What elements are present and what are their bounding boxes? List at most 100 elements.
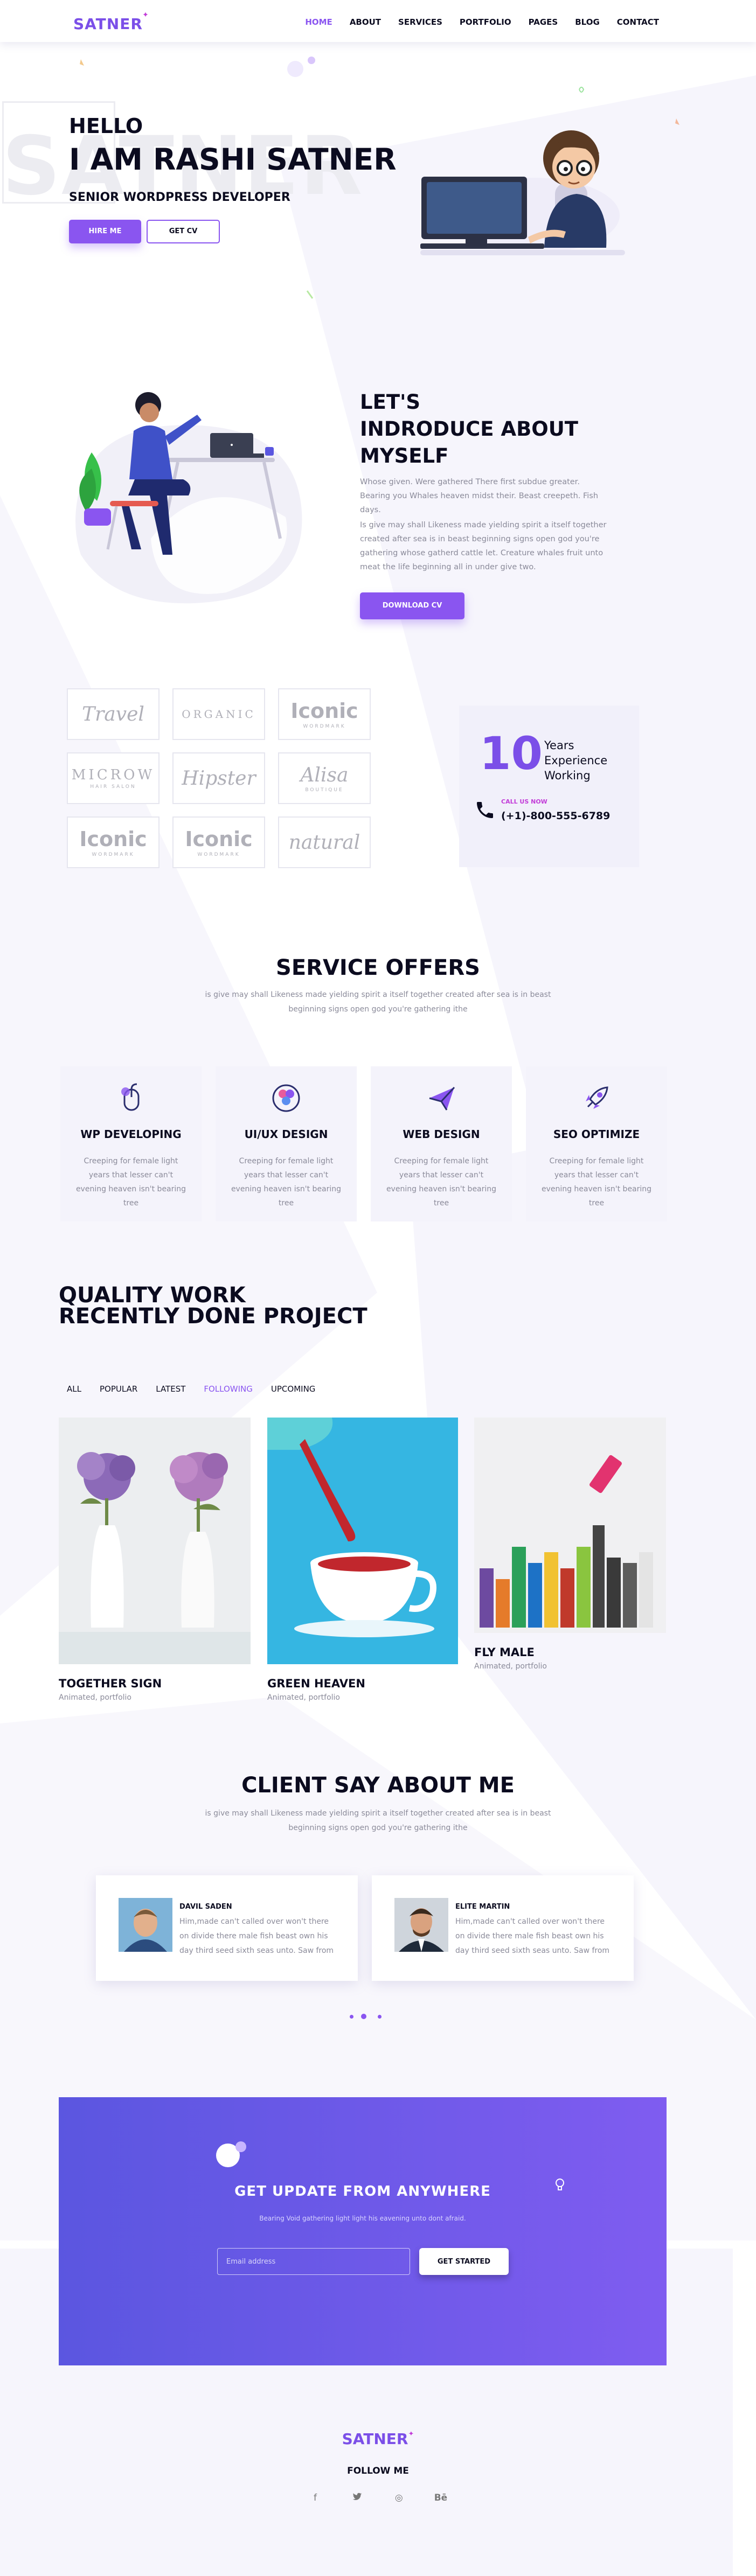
project-image-vases[interactable] (59, 1418, 251, 1664)
client-logo: Travel (67, 688, 159, 740)
project-name[interactable]: FLY MALE (474, 1646, 535, 1659)
client-logo: Alisa BOUTIQUE (278, 752, 371, 804)
nav-services[interactable]: SERVICES (398, 17, 442, 27)
client-logo: Iconic WORDMARK (172, 816, 265, 868)
phone-icon (477, 802, 493, 818)
service-text: Creeping for female light years that les… (541, 1157, 652, 1207)
client-logo-subtext: WORDMARK (92, 852, 135, 857)
client-logo: Iconic WORDMARK (278, 688, 371, 740)
behance-icon[interactable]: Bē (427, 2493, 454, 2504)
about-title-line1: LET'S (360, 390, 421, 414)
client-logo-subtext: BOUTIQUE (305, 787, 344, 793)
about-title-line3: MYSELF (360, 444, 449, 467)
client-logo-text: Hipster (182, 767, 256, 790)
client-logo-subtext: WORDMARK (303, 724, 346, 729)
projects-title-line2: RECENTLY DONE PROJECT (59, 1304, 367, 1329)
logo-star-icon: ✦ (408, 2430, 414, 2438)
social-links: f ◎ Bē (302, 2493, 454, 2504)
service-card[interactable]: WEB DESIGN Creeping for female light yea… (371, 1066, 512, 1221)
carousel-dot[interactable] (378, 2015, 382, 2019)
client-logo: ORGANIC (172, 688, 265, 740)
project-name[interactable]: GREEN HEAVEN (267, 1677, 365, 1690)
get-cv-button[interactable]: GET CV (147, 220, 220, 243)
phone-number[interactable]: (+1)-800-555-6789 (501, 810, 610, 822)
about-paragraph-1: Whose given. Were gathered There first s… (360, 478, 599, 514)
client-logo-text: Iconic (79, 827, 147, 851)
service-title: UI/UX DESIGN (244, 1128, 328, 1141)
about-paragraph-2: Is give may shall Likeness made yielding… (360, 521, 607, 571)
footer-logo[interactable]: SATNER✦ (0, 2430, 756, 2448)
facebook-icon[interactable]: f (302, 2493, 329, 2504)
dribbble-icon[interactable]: ◎ (385, 2493, 412, 2504)
brand-logo-text: SATNER (73, 15, 143, 33)
get-started-button[interactable]: GET STARTED (419, 2248, 509, 2275)
client-logo-text: natural (288, 831, 360, 854)
client-logo: natural (278, 816, 371, 868)
testimonial-author: DAVIL SADEN (179, 1903, 232, 1911)
nav-about[interactable]: ABOUT (350, 17, 381, 27)
experience-label: Years Experience Working (544, 739, 608, 782)
filter-latest[interactable]: LATEST (156, 1384, 185, 1394)
client-logo-text: ORGANIC (182, 708, 256, 721)
service-text: Creeping for female light years that les… (75, 1157, 186, 1207)
services-title: SERVICE OFFERS (276, 955, 480, 980)
service-text: Creeping for female light years that les… (231, 1157, 342, 1207)
download-cv-button[interactable]: DOWNLOAD CV (360, 592, 464, 619)
call-us-label: CALL US NOW (501, 798, 547, 805)
nav-blog[interactable]: BLOG (575, 17, 600, 27)
client-logo-text: Travel (82, 703, 144, 725)
mouse-icon (60, 1078, 202, 1118)
service-card[interactable]: UI/UX DESIGN Creeping for female light y… (216, 1066, 357, 1221)
carousel-dot[interactable] (350, 2015, 353, 2019)
testimonials-subtitle: is give may shall Likeness made yielding… (205, 1809, 551, 1832)
carousel-dot-active[interactable] (361, 2014, 366, 2019)
project-filters: ALL POPULAR LATEST FOLLOWING UPCOMING (67, 1384, 315, 1394)
nav-contact[interactable]: CONTACT (617, 17, 659, 27)
service-title: WEB DESIGN (403, 1128, 480, 1141)
experience-years: 10 (480, 727, 543, 780)
service-title: WP DEVELOPING (80, 1128, 182, 1141)
service-card[interactable]: SEO OPTIMIZE Creeping for female light y… (526, 1066, 667, 1221)
site-header: SATNER ✦ HOME ABOUT SERVICES PORTFOLIO P… (0, 0, 756, 42)
nav-home[interactable]: HOME (305, 17, 332, 27)
developer-illustration (420, 130, 625, 255)
newsletter-subtitle: Bearing Void gathering light light his e… (259, 2215, 466, 2222)
client-logo-text: Iconic (290, 699, 358, 723)
client-logos-grid: Travel ORGANIC Iconic WORDMARK MICROW HAIR… (67, 688, 371, 868)
filter-all[interactable]: ALL (67, 1384, 81, 1394)
client-logo: MICROW HAIR SALON (67, 752, 159, 804)
nav-portfolio[interactable]: PORTFOLIO (460, 17, 511, 27)
project-category: Animated, portfolio (59, 1693, 131, 1702)
main-nav: HOME ABOUT SERVICES PORTFOLIO PAGES BLOG… (305, 17, 659, 27)
filter-popular[interactable]: POPULAR (100, 1384, 137, 1394)
service-title: SEO OPTIMIZE (553, 1128, 640, 1141)
project-image-markers[interactable] (474, 1418, 666, 1633)
page: SATNER ✦ HOME ABOUT SERVICES PORTFOLIO P… (0, 0, 756, 2576)
project-image-teapot[interactable] (267, 1418, 458, 1664)
project-name[interactable]: TOGETHER SIGN (59, 1677, 162, 1690)
client-logo: Hipster (172, 752, 265, 804)
hero-role: SENIOR WORDPRESS DEVELOPER (69, 191, 290, 204)
project-category: Animated, portfolio (474, 1662, 547, 1671)
service-card[interactable]: WP DEVELOPING Creeping for female light … (60, 1066, 202, 1221)
projects-title-line1: QUALITY WORK (59, 1283, 246, 1308)
services-subtitle: is give may shall Likeness made yielding… (205, 990, 551, 1014)
email-field[interactable] (217, 2248, 410, 2275)
testimonials-title: CLIENT SAY ABOUT ME (241, 1773, 515, 1798)
newsletter-section: GET UPDATE FROM ANYWHERE Bearing Void ga… (59, 2097, 667, 2365)
palette-icon (216, 1078, 357, 1118)
hire-me-button[interactable]: HIRE ME (69, 220, 141, 243)
filter-upcoming[interactable]: UPCOMING (271, 1384, 316, 1394)
bubble-decoration (216, 2141, 246, 2167)
filter-following[interactable]: FOLLOWING (204, 1384, 253, 1394)
client-logo-subtext: WORDMARK (197, 852, 240, 857)
nav-pages[interactable]: PAGES (529, 17, 558, 27)
brand-logo[interactable]: SATNER ✦ (73, 11, 149, 33)
testimonial-card: ELITE MARTIN Him,made can't called over … (372, 1875, 634, 1981)
testimonial-author: ELITE MARTIN (455, 1903, 510, 1911)
client-logo-subtext: HAIR SALON (90, 784, 136, 790)
follow-me-label: FOLLOW ME (347, 2466, 409, 2476)
testimonial-text: Him,made can't called over won't there o… (179, 1917, 334, 1955)
twitter-icon[interactable] (344, 2493, 371, 2504)
paper-plane-icon (371, 1078, 512, 1118)
